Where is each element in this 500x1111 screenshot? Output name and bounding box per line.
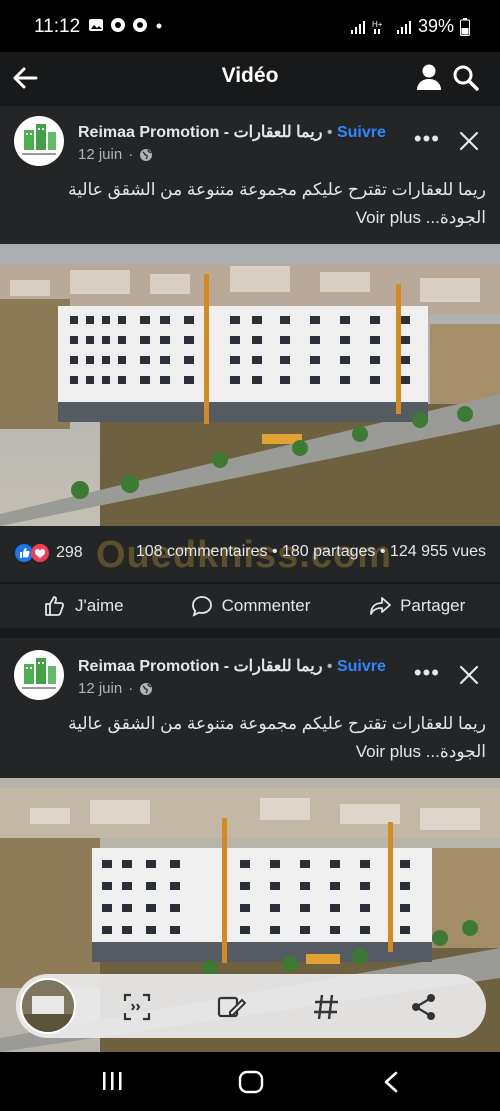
battery-percent: 39% bbox=[417, 16, 454, 36]
signal-icon bbox=[350, 20, 365, 34]
share-button[interactable]: Partager bbox=[333, 584, 500, 628]
love-reaction-icon bbox=[31, 544, 49, 562]
status-time: 11:12 bbox=[34, 16, 81, 37]
author-name[interactable]: Reimaa Promotion - ريما للعقارات bbox=[78, 124, 322, 141]
caption-text: ريما للعقارات تقترح عليكم مجموعة متنوعة … bbox=[68, 180, 486, 227]
follow-button[interactable]: Suivre bbox=[337, 658, 386, 675]
edit-image-icon[interactable] bbox=[216, 992, 246, 1022]
chrome-icon bbox=[133, 18, 147, 32]
chrome-icon bbox=[111, 18, 125, 32]
person-icon[interactable] bbox=[416, 63, 442, 91]
more-options-icon[interactable]: ••• bbox=[414, 660, 440, 686]
close-icon[interactable] bbox=[458, 664, 480, 686]
dot-icon bbox=[156, 23, 162, 29]
comment-icon bbox=[191, 596, 212, 617]
post-card: Reimaa Promotion - ريما للعقارات • Suivr… bbox=[0, 638, 500, 778]
post-date[interactable]: 12 juin bbox=[78, 146, 122, 163]
share-icon[interactable] bbox=[410, 992, 438, 1022]
like-button[interactable]: J'aime bbox=[0, 584, 167, 628]
stat-dot: • bbox=[379, 543, 386, 560]
battery-icon bbox=[460, 17, 470, 36]
views-count: 124 955 vues bbox=[389, 543, 486, 560]
comment-label: Commenter bbox=[221, 596, 311, 615]
avatar[interactable] bbox=[14, 116, 64, 166]
building-photo bbox=[0, 244, 500, 526]
thumbnail-image bbox=[22, 980, 74, 1032]
shares-count[interactable]: 180 partages bbox=[282, 543, 375, 560]
post-meta: 12 juin · bbox=[78, 146, 153, 163]
post-author[interactable]: Reimaa Promotion - ريما للعقارات • Suivr… bbox=[78, 122, 386, 142]
signal-icon bbox=[396, 20, 411, 34]
reaction-count: 298 bbox=[56, 544, 83, 561]
status-bar: 11:12 H+ 39% bbox=[0, 0, 500, 52]
post-divider bbox=[0, 630, 500, 638]
post-author[interactable]: Reimaa Promotion - ريما للعقارات • Suivr… bbox=[78, 656, 386, 676]
share-label: Partager bbox=[400, 596, 466, 615]
gallery-icon bbox=[89, 19, 103, 31]
image-toolbar bbox=[16, 974, 486, 1038]
meta-separator: · bbox=[128, 146, 134, 163]
close-icon[interactable] bbox=[458, 130, 480, 152]
thumbs-up-icon bbox=[45, 596, 65, 616]
engagement-summary: 108 commentaires • 180 partages • 124 95… bbox=[136, 543, 486, 561]
reimaa-logo bbox=[22, 124, 56, 155]
status-right: H+ 39% bbox=[350, 16, 470, 37]
author-name[interactable]: Reimaa Promotion - ريما للعقارات bbox=[78, 658, 322, 675]
comment-button[interactable]: Commenter bbox=[167, 584, 334, 628]
meta-separator: · bbox=[128, 680, 134, 697]
system-nav-bar bbox=[0, 1052, 500, 1111]
recents-icon[interactable] bbox=[100, 1070, 124, 1092]
home-icon[interactable] bbox=[238, 1070, 264, 1094]
network-icon: H+ bbox=[372, 20, 383, 34]
reactions[interactable]: 298 bbox=[14, 543, 83, 563]
svg-text:H+: H+ bbox=[372, 20, 383, 29]
globe-icon bbox=[140, 682, 153, 695]
back-icon[interactable] bbox=[380, 1070, 402, 1094]
see-more-link[interactable]: Voir plus bbox=[356, 208, 421, 227]
image-thumbnail[interactable] bbox=[20, 978, 76, 1034]
scan-text-icon[interactable] bbox=[122, 992, 152, 1022]
app-header: Vidéo bbox=[0, 52, 500, 104]
globe-icon bbox=[140, 148, 153, 161]
share-arrow-icon bbox=[370, 597, 391, 615]
post-caption: ريما للعقارات تقترح عليكم مجموعة متنوعة … bbox=[16, 176, 486, 232]
post-date[interactable]: 12 juin bbox=[78, 680, 122, 697]
post-meta: 12 juin · bbox=[78, 680, 153, 697]
avatar[interactable] bbox=[14, 650, 64, 700]
more-options-icon[interactable]: ••• bbox=[414, 126, 440, 152]
follow-button[interactable]: Suivre bbox=[337, 124, 386, 141]
like-label: J'aime bbox=[75, 596, 124, 615]
post-video[interactable] bbox=[0, 244, 500, 526]
post-stats: 298 Ouedkniss.com 108 commentaires • 180… bbox=[0, 526, 500, 582]
hashtag-icon[interactable] bbox=[312, 992, 340, 1022]
separator-dot: • bbox=[326, 658, 333, 675]
post-caption: ريما للعقارات تقترح عليكم مجموعة متنوعة … bbox=[16, 710, 486, 766]
comments-count[interactable]: 108 commentaires bbox=[136, 543, 268, 560]
caption-text: ريما للعقارات تقترح عليكم مجموعة متنوعة … bbox=[68, 714, 486, 761]
search-icon[interactable] bbox=[452, 64, 480, 92]
reimaa-logo bbox=[22, 658, 56, 689]
stat-dot: • bbox=[271, 543, 278, 560]
status-notification-icons bbox=[88, 17, 164, 33]
post-card: Reimaa Promotion - ريما للعقارات • Suivr… bbox=[0, 106, 500, 244]
see-more-link[interactable]: Voir plus bbox=[356, 742, 421, 761]
separator-dot: • bbox=[326, 124, 333, 141]
post-actions: J'aime Commenter Partager bbox=[0, 584, 500, 628]
